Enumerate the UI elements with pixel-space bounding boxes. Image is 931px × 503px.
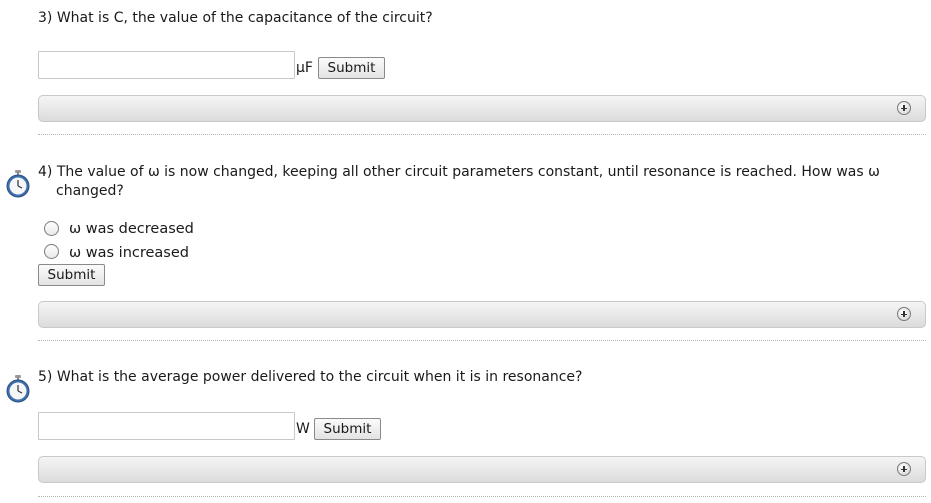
option-label-increased[interactable]: ω was increased: [69, 244, 189, 262]
stopwatch-icon: [6, 170, 30, 198]
separator: [38, 496, 926, 497]
hint-bar-q3[interactable]: [38, 95, 926, 122]
submit-button-q3[interactable]: Submit: [318, 57, 385, 79]
expand-plus-icon[interactable]: [897, 462, 911, 476]
hint-bar-q4[interactable]: [38, 301, 926, 328]
hint-bar-q5[interactable]: [38, 456, 926, 483]
capacitance-input[interactable]: [38, 51, 295, 79]
question-4-line1: The value of ω is now changed, keeping a…: [56, 164, 880, 180]
question-5-text: 5) What is the average power delivered t…: [38, 369, 583, 385]
question-number: 4): [38, 164, 53, 180]
separator: [38, 134, 926, 135]
power-unit: W: [296, 421, 310, 437]
separator: [38, 340, 926, 341]
radio-option-increased[interactable]: [44, 244, 59, 259]
expand-plus-icon[interactable]: [897, 307, 911, 321]
submit-button-q5[interactable]: Submit: [314, 418, 381, 440]
radio-option-decreased[interactable]: [44, 221, 59, 236]
option-label-decreased[interactable]: ω was decreased: [69, 220, 194, 238]
expand-plus-icon[interactable]: [897, 101, 911, 115]
capacitance-unit: µF: [296, 60, 313, 76]
stopwatch-icon: [6, 375, 30, 403]
submit-button-q4[interactable]: Submit: [38, 264, 105, 286]
question-4-text: 4) The value of ω is now changed, keepin…: [38, 163, 928, 201]
question-3-text: 3) What is C, the value of the capacitan…: [38, 10, 433, 26]
power-input[interactable]: [38, 412, 295, 440]
question-4-line2: changed?: [56, 183, 124, 199]
